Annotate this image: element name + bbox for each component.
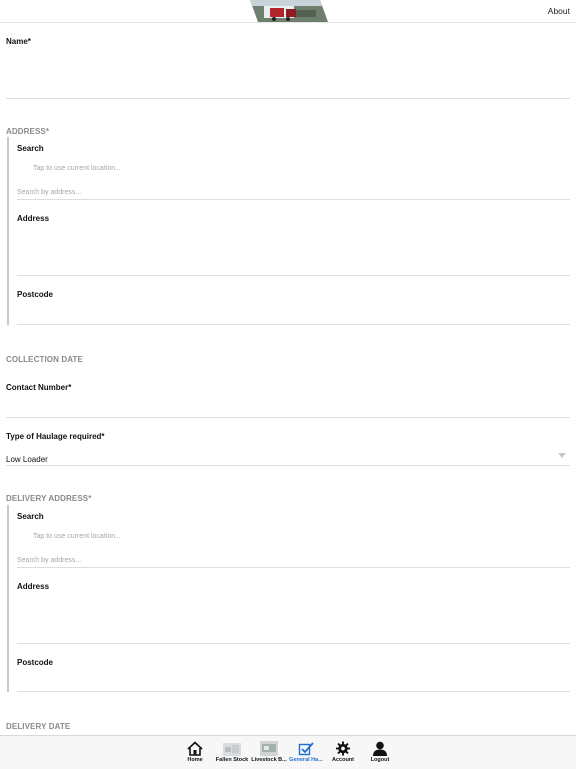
delivery-search-underline (17, 567, 570, 568)
postcode-input[interactable] (17, 324, 570, 325)
collection-date-field[interactable]: COLLECTION DATE (6, 355, 83, 364)
tab-general-haulage[interactable]: General Ha... (288, 739, 324, 769)
name-label: Name* (6, 37, 31, 46)
tab-livestock[interactable]: Livestock B... (251, 739, 287, 769)
tab-logout-label: Logout (370, 757, 390, 763)
address-group-bar (7, 137, 9, 325)
tab-account-label: Account (332, 757, 354, 763)
tab-fallen-stock[interactable]: Fallen Stock (214, 739, 250, 769)
delivery-use-current-location-button[interactable]: Tap to use current location... (33, 533, 121, 540)
address-input[interactable] (17, 275, 570, 276)
haulage-type-underline (6, 465, 570, 466)
tab-general-haulage-label: General Ha... (289, 757, 323, 763)
person-icon (373, 741, 387, 756)
gear-icon (335, 741, 351, 756)
haulage-type-label: Type of Haulage required* (6, 432, 105, 441)
chevron-down-icon[interactable] (558, 453, 566, 458)
haulage-type-select[interactable]: Low Loader (6, 455, 48, 464)
delivery-postcode-input[interactable] (17, 691, 570, 692)
truck-banner-logo (250, 0, 328, 22)
tab-fallen-stock-label: Fallen Stock (215, 757, 249, 763)
delivery-address-group-bar (7, 505, 9, 692)
tab-home-label: Home (187, 757, 203, 763)
tab-account[interactable]: Account (325, 739, 361, 769)
tab-livestock-label: Livestock B... (251, 757, 287, 763)
delivery-postcode-label: Postcode (17, 658, 54, 667)
delivery-address-input[interactable] (17, 643, 570, 644)
tab-logout[interactable]: Logout (362, 739, 398, 769)
delivery-address-label: Address (17, 582, 50, 591)
use-current-location-button[interactable]: Tap to use current location... (33, 165, 121, 172)
header-bar: About (0, 0, 576, 23)
livestock-thumbnail (260, 741, 278, 756)
delivery-search-label: Search (17, 512, 44, 521)
postcode-label: Postcode (17, 290, 54, 299)
delivery-address-section-title: DELIVERY ADDRESS* (6, 494, 92, 503)
delivery-date-field[interactable]: DELIVERY DATE (6, 722, 70, 731)
tab-home[interactable]: Home (177, 739, 213, 769)
home-icon (187, 741, 203, 756)
address-section-title: ADDRESS* (6, 127, 50, 136)
contact-number-input[interactable] (6, 417, 570, 418)
contact-number-label: Contact Number* (6, 383, 72, 392)
name-input[interactable] (6, 98, 570, 99)
address-label: Address (17, 214, 50, 223)
address-search-underline (17, 199, 570, 200)
about-link[interactable]: About (548, 6, 570, 16)
delivery-search-input[interactable]: Search by address... (17, 557, 81, 564)
checkmark-icon (298, 742, 314, 756)
bottom-tab-bar: Home Fallen Stock Livestock B... General… (0, 735, 576, 769)
address-search-label: Search (17, 144, 44, 153)
fallen-stock-thumbnail (223, 743, 241, 756)
address-search-input[interactable]: Search by address... (17, 189, 81, 196)
